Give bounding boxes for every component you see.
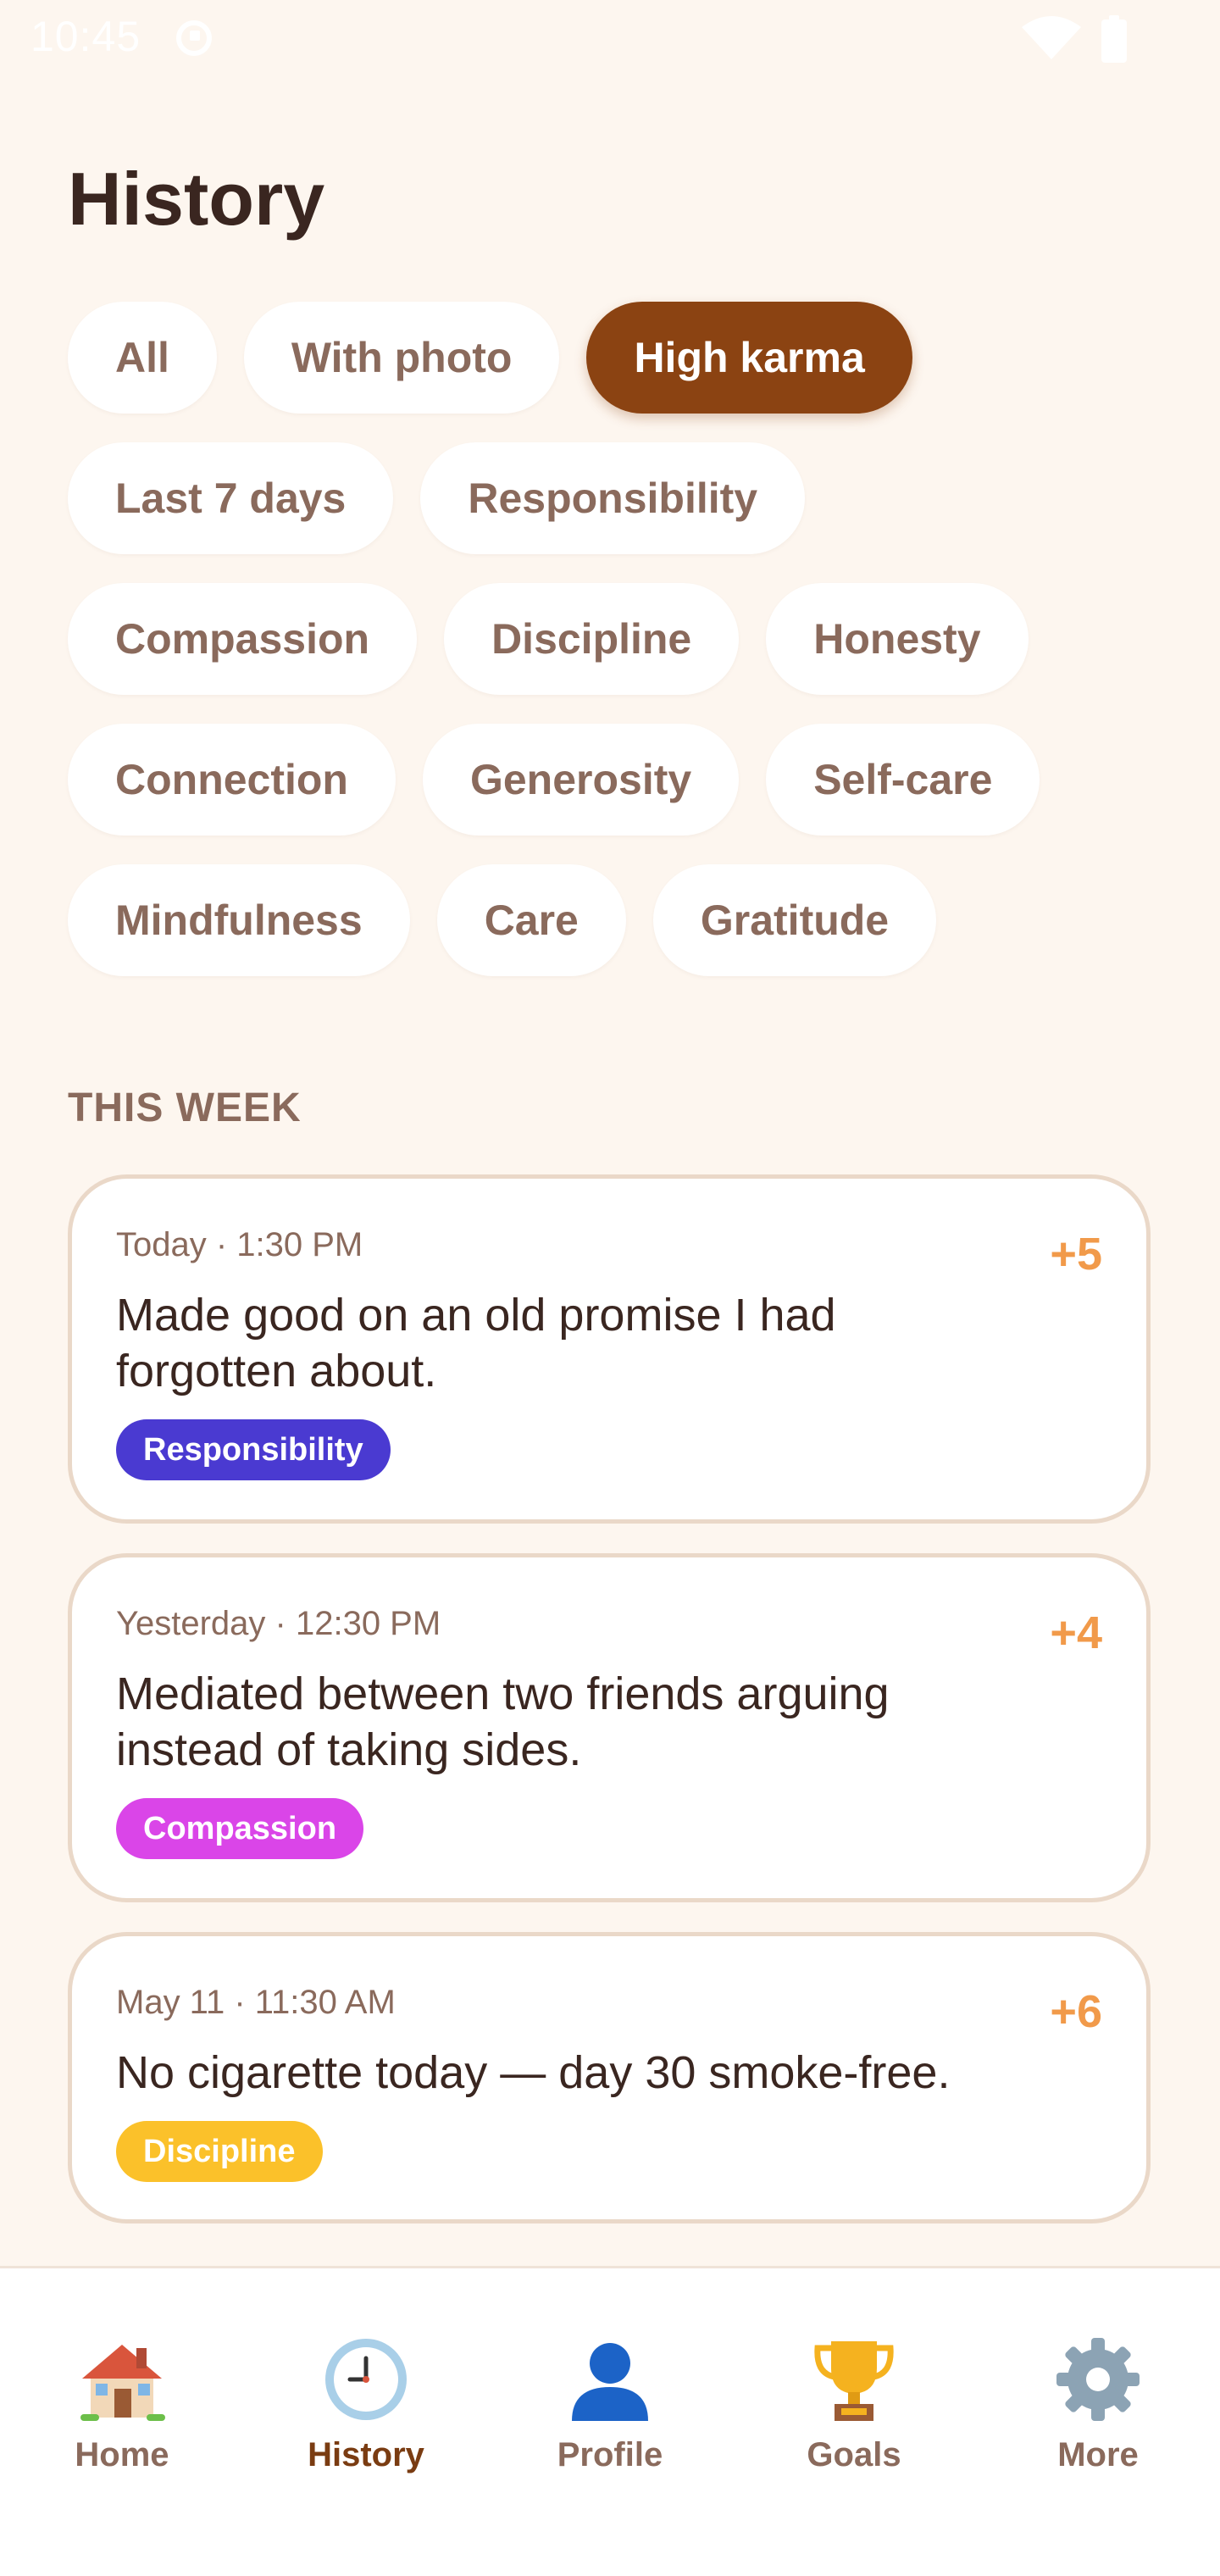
filter-chip-last-7-days[interactable]: Last 7 days xyxy=(68,442,394,554)
entry-time: Yesterday · 12:30 PM xyxy=(116,1605,441,1642)
nav-item-more[interactable]: More xyxy=(1005,2333,1191,2474)
nav-label: Home xyxy=(75,2436,169,2473)
filter-chip-discipline[interactable]: Discipline xyxy=(444,583,740,695)
karma-score: +6 xyxy=(1050,1986,1102,2037)
entry-text: Mediated between two friends arguing ins… xyxy=(116,1668,890,1775)
filter-chip-compassion[interactable]: Compassion xyxy=(68,583,418,695)
entry-card[interactable]: Today · 1:30 PM +5 Made good on an old p… xyxy=(68,1174,1151,1524)
category-tag: Compassion xyxy=(116,1798,364,1859)
filter-chip-care[interactable]: Care xyxy=(436,864,626,976)
category-tag: Responsibility xyxy=(116,1419,391,1480)
entry-time: May 11 · 11:30 AM xyxy=(116,1984,396,2021)
entry-text: No cigarette today — day 30 smoke-free. xyxy=(116,2047,951,2098)
nav-label: Profile xyxy=(557,2436,663,2473)
filter-row: Mindfulness Care Gratitude xyxy=(68,864,1161,976)
house-icon xyxy=(80,2345,165,2421)
filter-chip-generosity[interactable]: Generosity xyxy=(422,724,740,836)
battery-icon xyxy=(1101,15,1127,63)
nav-label: Goals xyxy=(807,2436,901,2473)
entry-card[interactable]: May 11 · 11:30 AM +6 No cigarette today … xyxy=(68,1932,1151,2223)
filter-row: All With photo High karma xyxy=(68,302,1161,414)
nav-item-history[interactable]: History xyxy=(273,2333,459,2474)
nav-item-home[interactable]: Home xyxy=(29,2333,215,2474)
clock-icon xyxy=(325,2339,407,2420)
page-title: History xyxy=(68,157,325,241)
filter-chip-high-karma[interactable]: High karma xyxy=(586,302,912,414)
filter-chip-all[interactable]: All xyxy=(68,302,217,414)
nav-label: History xyxy=(308,2436,424,2473)
gear-icon xyxy=(1056,2338,1140,2421)
category-tag: Discipline xyxy=(116,2121,323,2182)
filter-row: Last 7 days Responsibility xyxy=(68,442,1161,554)
bottom-nav: Home History Profile Goals More xyxy=(0,2266,1220,2576)
status-bar: 10:45 xyxy=(0,0,1220,81)
nav-item-profile[interactable]: Profile xyxy=(517,2333,703,2474)
filter-row: Compassion Discipline Honesty xyxy=(68,583,1161,695)
filter-chip-mindfulness[interactable]: Mindfulness xyxy=(68,864,410,976)
filter-row: Connection Generosity Self-care xyxy=(68,724,1161,836)
status-time: 10:45 xyxy=(30,13,141,60)
filter-chips: All With photo High karma Last 7 days Re… xyxy=(68,302,1161,1005)
entry-card[interactable]: Yesterday · 12:30 PM +4 Mediated between… xyxy=(68,1553,1151,1902)
person-icon xyxy=(572,2343,648,2421)
filter-chip-gratitude[interactable]: Gratitude xyxy=(652,864,937,976)
nav-item-goals[interactable]: Goals xyxy=(761,2333,947,2474)
trophy-icon xyxy=(814,2341,894,2421)
filter-chip-connection[interactable]: Connection xyxy=(68,724,396,836)
entry-text: Made good on an old promise I had forgot… xyxy=(116,1290,836,1396)
status-indicator-icon xyxy=(176,20,212,56)
filter-chip-with-photo[interactable]: With photo xyxy=(243,302,560,414)
filter-chip-self-care[interactable]: Self-care xyxy=(766,724,1040,836)
wifi-icon xyxy=(1022,16,1081,59)
karma-score: +5 xyxy=(1050,1229,1102,1280)
filter-chip-honesty[interactable]: Honesty xyxy=(766,583,1029,695)
entry-time: Today · 1:30 PM xyxy=(116,1226,363,1263)
karma-score: +4 xyxy=(1050,1607,1102,1658)
section-header: THIS WEEK xyxy=(68,1085,302,1130)
filter-chip-responsibility[interactable]: Responsibility xyxy=(420,442,806,554)
nav-label: More xyxy=(1057,2436,1139,2473)
